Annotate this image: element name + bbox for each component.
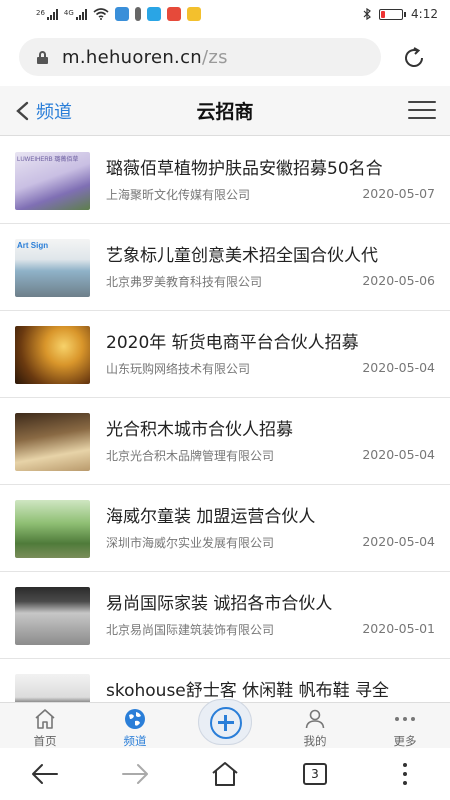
tab-mine[interactable]: 我的 — [270, 703, 360, 749]
item-title: skohouse舒士客 休闲鞋 帆布鞋 寻全 — [106, 681, 389, 701]
item-company: 深圳市海威尔实业发展有限公司 — [106, 536, 275, 550]
browser-nav-bar: 3 — [0, 748, 450, 800]
list-item[interactable]: 2020年 斩货电商平台合伙人招募 山东玩购网络技术有限公司 2020-05-0… — [0, 311, 450, 398]
browser-toolbar: m.hehuoren.cn/zs — [0, 28, 450, 86]
tab-label: 首页 — [33, 734, 57, 748]
item-company: 北京易尚国际建筑装饰有限公司 — [106, 623, 275, 637]
item-date: 2020-05-04 — [362, 534, 435, 549]
globe-icon — [125, 709, 145, 729]
list-item[interactable]: skohouse舒士客 休闲鞋 帆布鞋 寻全 — [0, 659, 450, 702]
reload-icon[interactable] — [400, 44, 428, 72]
wifi-icon — [93, 8, 109, 20]
signal-icon: 26 — [36, 8, 58, 20]
plus-icon — [210, 707, 242, 739]
bottom-tab-bar: 首页 频道 我的 更多 — [0, 699, 450, 749]
app-notification-icon — [134, 7, 141, 21]
list-item[interactable]: 易尚国际家装 诚招各市合伙人 北京易尚国际建筑装饰有限公司 2020-05-01 — [0, 572, 450, 659]
add-button[interactable] — [198, 699, 252, 745]
tabs-count-button[interactable]: 3 — [303, 763, 327, 785]
app-notification-icon — [186, 7, 201, 21]
item-thumbnail — [15, 326, 90, 384]
list-item[interactable]: 海威尔童装 加盟运营合伙人 深圳市海威尔实业发展有限公司 2020-05-04 — [0, 485, 450, 572]
status-bar: 26 4G 4:12 — [0, 0, 450, 28]
item-title: 2020年 斩货电商平台合伙人招募 — [106, 333, 359, 353]
item-title: 海威尔童装 加盟运营合伙人 — [106, 507, 316, 527]
item-company: 山东玩购网络技术有限公司 — [106, 362, 251, 376]
tab-label: 更多 — [393, 734, 417, 748]
back-link[interactable]: 频道 — [36, 98, 72, 124]
item-thumbnail — [15, 587, 90, 645]
status-time: 4:12 — [411, 7, 438, 21]
item-company: 北京光合积木品牌管理有限公司 — [106, 449, 275, 463]
list-item[interactable]: LUWEIHERB 璐薇佰草 璐薇佰草植物护肤品安徽招募50名合 上海聚昕文化传… — [0, 137, 450, 224]
menu-icon[interactable] — [408, 101, 436, 121]
status-left: 26 4G — [36, 7, 201, 21]
item-date: 2020-05-04 — [362, 447, 435, 462]
url-host: m.hehuoren.cn — [62, 46, 202, 68]
overflow-menu-icon[interactable] — [390, 760, 420, 788]
thumbnail-logo-text: Art Sign — [17, 241, 49, 250]
app-notification-icon — [114, 7, 129, 21]
item-date: 2020-05-07 — [362, 186, 435, 201]
item-date: 2020-05-04 — [362, 360, 435, 375]
site-header: 频道 云招商 — [0, 86, 450, 136]
signal-icon-2: 4G — [64, 8, 87, 20]
item-title: 光合积木城市合伙人招募 — [106, 420, 293, 440]
tab-home[interactable]: 首页 — [0, 703, 90, 749]
lock-icon — [37, 50, 48, 64]
item-company: 上海聚昕文化传媒有限公司 — [106, 188, 251, 202]
tab-label: 我的 — [303, 734, 327, 748]
item-company: 北京弗罗美教育科技有限公司 — [106, 275, 263, 289]
forward-arrow-icon[interactable] — [120, 760, 150, 788]
status-right: 4:12 — [363, 7, 438, 21]
tab-more[interactable]: 更多 — [360, 703, 450, 749]
back-arrow-icon[interactable] — [30, 760, 60, 788]
item-title: 易尚国际家装 诚招各市合伙人 — [106, 594, 333, 614]
app-notification-icon — [146, 7, 161, 21]
listing-list: LUWEIHERB 璐薇佰草 璐薇佰草植物护肤品安徽招募50名合 上海聚昕文化传… — [0, 137, 450, 702]
item-thumbnail: LUWEIHERB 璐薇佰草 — [15, 152, 90, 210]
battery-fill — [381, 10, 385, 18]
item-date: 2020-05-01 — [362, 621, 435, 636]
home-icon[interactable] — [210, 760, 240, 788]
user-icon — [305, 709, 325, 729]
list-item[interactable]: 光合积木城市合伙人招募 北京光合积木品牌管理有限公司 2020-05-04 — [0, 398, 450, 485]
item-date: 2020-05-06 — [362, 273, 435, 288]
item-thumbnail — [15, 674, 90, 702]
address-bar[interactable]: m.hehuoren.cn/zs — [19, 38, 381, 76]
thumbnail-logo-text: LUWEIHERB 璐薇佰草 — [17, 157, 79, 163]
app-notification-icon — [166, 7, 181, 21]
url-path: /zs — [201, 46, 228, 68]
list-item[interactable]: Art Sign 艺象标儿童创意美术招全国合伙人代 北京弗罗美教育科技有限公司 … — [0, 224, 450, 311]
item-title: 璐薇佰草植物护肤品安徽招募50名合 — [106, 159, 383, 179]
item-title: 艺象标儿童创意美术招全国合伙人代 — [106, 246, 378, 266]
item-thumbnail — [15, 413, 90, 471]
battery-icon — [379, 8, 407, 20]
bluetooth-icon — [363, 8, 371, 20]
item-thumbnail: Art Sign — [15, 239, 90, 297]
home-icon — [35, 709, 55, 729]
more-dots-icon — [395, 717, 415, 721]
tab-channel[interactable]: 频道 — [90, 703, 180, 749]
item-thumbnail — [15, 500, 90, 558]
tab-label: 频道 — [123, 734, 147, 748]
back-chevron-icon[interactable] — [14, 101, 32, 121]
